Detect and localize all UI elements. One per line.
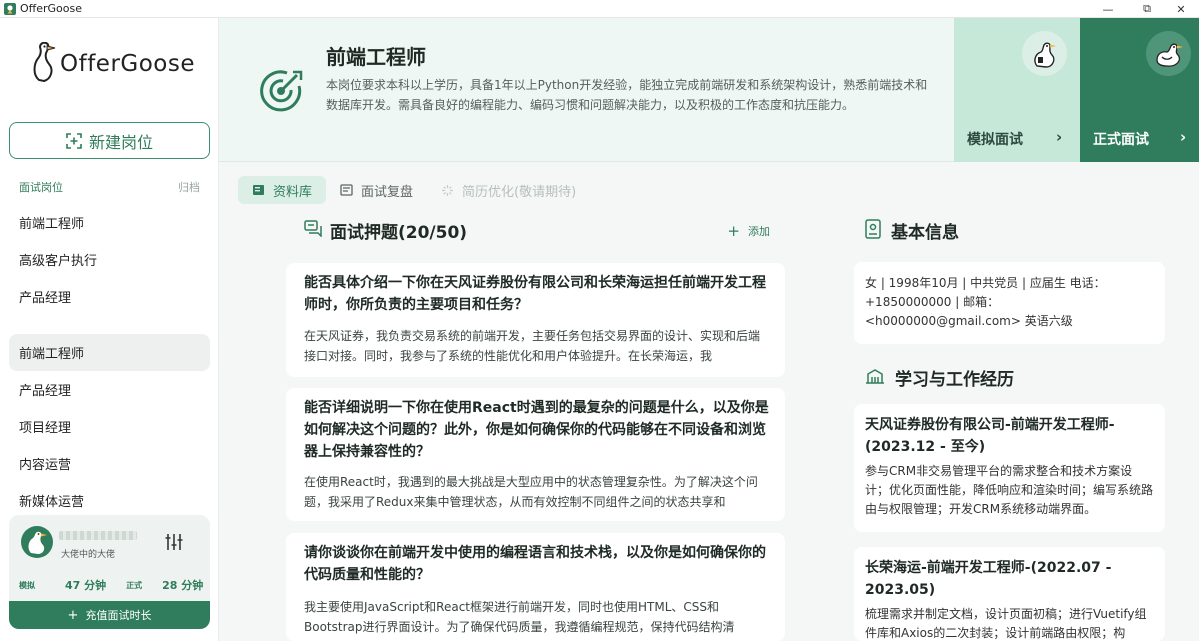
list-divider: [9, 315, 210, 334]
mock-minutes: 47 分钟: [65, 579, 107, 592]
section-tab-archive[interactable]: 归档: [178, 179, 200, 195]
id-card-icon: [865, 218, 881, 243]
minimize-button[interactable]: —: [1089, 0, 1127, 18]
brand-logo-text: OfferGoose: [60, 51, 196, 77]
add-frame-icon: [66, 132, 82, 149]
basic-info-header: 基本信息: [865, 218, 959, 243]
experience-item-desc: 梳理需求并制定文档，设计页面初稿；进行Vuetify组件库和Axios的二次封装…: [865, 607, 1147, 640]
maximize-button[interactable]: ⧉: [1128, 0, 1166, 18]
experience-item-desc: 参与CRM非交易管理平台的需求整合和技术方案设计；优化页面性能，降低响应和渲染时…: [865, 464, 1154, 516]
mock-interview-label: 模拟面试: [967, 132, 1023, 148]
experience-card[interactable]: 天风证券股份有限公司-前端开发工程师-(2023.12 - 至今) 参与CRM非…: [854, 404, 1165, 532]
experience-header: 学习与工作经历: [865, 365, 1014, 390]
section-tab-active[interactable]: 面试岗位: [19, 179, 63, 195]
mock-label: 模拟: [19, 580, 35, 590]
add-label: 添加: [748, 224, 770, 238]
plus-icon: +: [67, 607, 79, 623]
avatar[interactable]: [21, 526, 53, 558]
plus-icon: +: [727, 221, 740, 240]
question-text: 能否详细说明一下你在使用React时遇到的最复杂的问题是什么，以及你是如何解决这…: [304, 400, 769, 460]
real-interview-label: 正式面试: [1093, 132, 1149, 148]
title-bar: OfferGoose — ⧉ ✕: [0, 0, 1199, 18]
sidebar-item[interactable]: 产品经理: [9, 278, 210, 315]
job-section-header: 面试岗位 归档: [19, 179, 200, 195]
app-logo-icon: [3, 2, 16, 15]
question-card[interactable]: 请你谈谈你在前端开发中使用的编程语言和技术栈，以及你是如何确保你的代码质量和性能…: [286, 533, 785, 641]
question-text: 能否具体介绍一下你在天风证券股份有限公司和长荣海运担任前端开发工程师时，你所负责…: [304, 275, 766, 313]
basic-info-card: 女 | 1998年10月 | 中共党员 | 应届生 电话：+1850000000…: [854, 262, 1165, 344]
answer-preview: 在使用React时，我遇到的最大挑战是大型应用中的状态管理复杂性。为了解决这个问…: [304, 475, 758, 509]
real-interview-button[interactable]: 正式面试 ›: [1080, 18, 1199, 162]
sidebar-item[interactable]: 前端工程师: [9, 204, 210, 241]
questions-header: 面试押题(20/50) + 添加: [304, 218, 770, 243]
tab-label: 简历优化(敬请期待): [462, 184, 577, 200]
goose-logo-icon: [30, 41, 56, 86]
user-title: 大佬中的大佬: [61, 550, 116, 560]
recharge-button[interactable]: + 充值面试时长: [9, 601, 210, 629]
tab-label: 资料库: [273, 184, 313, 200]
chat-bubble-icon: [304, 220, 322, 241]
tab-review[interactable]: 面试复盘: [326, 176, 427, 204]
book-icon: [252, 184, 265, 196]
user-name-redacted: [59, 531, 137, 540]
answer-preview: 在天风证券，我负责交易系统的前端开发，主要任务包括交易界面的设计、实现和后端接口…: [304, 329, 761, 363]
basic-info-text: 女 | 1998年10月 | 中共党员 | 应届生 电话：+1850000000…: [865, 276, 1106, 328]
user-card: 大佬中的大佬 模拟 47 分钟 正式 28 分钟 + 充值面试时长: [9, 515, 210, 629]
sidebar-item-active[interactable]: 前端工程师: [9, 334, 210, 371]
add-question-button[interactable]: + 添加: [727, 222, 770, 240]
goose-mascot-icon: [1022, 31, 1067, 76]
question-text: 请你谈谈你在前端开发中使用的编程语言和技术栈，以及你是如何确保你的代码质量和性能…: [304, 545, 766, 583]
sparkle-icon: [441, 184, 454, 197]
mock-interview-button[interactable]: 模拟面试 ›: [954, 18, 1080, 162]
app-window: OfferGoose — ⧉ ✕ OfferGoose 新建岗位 面试岗位 归档: [0, 0, 1199, 641]
sidebar-item[interactable]: 高级客户执行: [9, 241, 210, 278]
close-button[interactable]: ✕: [1162, 0, 1199, 18]
tab-library[interactable]: 资料库: [238, 176, 327, 204]
new-job-label: 新建岗位: [88, 132, 153, 152]
tab-label: 面试复盘: [361, 184, 414, 200]
answer-preview: 我主要使用JavaScript和React框架进行前端开发，同时也使用HTML、…: [304, 600, 735, 634]
content-tabs: 资料库 面试复盘 简历优化(敬请期待): [238, 176, 590, 204]
sidebar: OfferGoose 新建岗位 面试岗位 归档 前端工程师 高级客户执行 产品经…: [0, 18, 219, 641]
sidebar-item[interactable]: 新媒体运营: [9, 482, 210, 519]
chevron-right-icon: ›: [1180, 128, 1187, 146]
sidebar-item[interactable]: 内容运营: [9, 445, 210, 482]
real-minutes: 28 分钟: [162, 579, 204, 592]
real-label: 正式: [126, 580, 143, 590]
recharge-label: 充值面试时长: [85, 609, 152, 622]
settings-sliders-icon[interactable]: [164, 533, 184, 555]
target-icon: [259, 68, 305, 118]
job-header: 前端工程师 本岗位要求本科以上学历，具备1年以上Python开发经验，能独立完成…: [219, 18, 1199, 162]
questions-title: 面试押题(20/50): [330, 223, 468, 243]
window-title: OfferGoose: [20, 2, 83, 15]
question-card[interactable]: 能否具体介绍一下你在天风证券股份有限公司和长荣海运担任前端开发工程师时，你所负责…: [286, 263, 785, 377]
experience-title: 学习与工作经历: [895, 370, 1014, 390]
chevron-right-icon: ›: [1056, 128, 1063, 146]
goose-mascot-icon: [1146, 31, 1191, 76]
experience-item-title: 天风证券股份有限公司-前端开发工程师-(2023.12 - 至今): [865, 417, 1115, 455]
tab-resume-optimize: 简历优化(敬请期待): [427, 176, 590, 204]
building-icon: [865, 368, 885, 388]
new-job-button[interactable]: 新建岗位: [9, 122, 210, 159]
sidebar-item[interactable]: 产品经理: [9, 371, 210, 408]
usage-stats: 模拟 47 分钟 正式 28 分钟: [19, 577, 204, 593]
review-icon: [340, 184, 353, 196]
brand-logo: OfferGoose: [30, 41, 196, 86]
job-description: 本岗位要求本科以上学历，具备1年以上Python开发经验，能独立完成前端研发和系…: [326, 78, 928, 112]
question-card[interactable]: 能否详细说明一下你在使用React时遇到的最复杂的问题是什么，以及你是如何解决这…: [286, 388, 785, 521]
job-title: 前端工程师: [326, 45, 426, 69]
experience-item-title: 长荣海运-前端开发工程师-(2022.07 - 2023.05): [865, 560, 1112, 598]
basic-info-title: 基本信息: [891, 223, 959, 243]
experience-card[interactable]: 长荣海运-前端开发工程师-(2022.07 - 2023.05) 梳理需求并制定…: [854, 547, 1165, 641]
job-list: 前端工程师 高级客户执行 产品经理 前端工程师 产品经理 项目经理 内容运营 新…: [9, 204, 210, 519]
sidebar-item[interactable]: 项目经理: [9, 408, 210, 445]
